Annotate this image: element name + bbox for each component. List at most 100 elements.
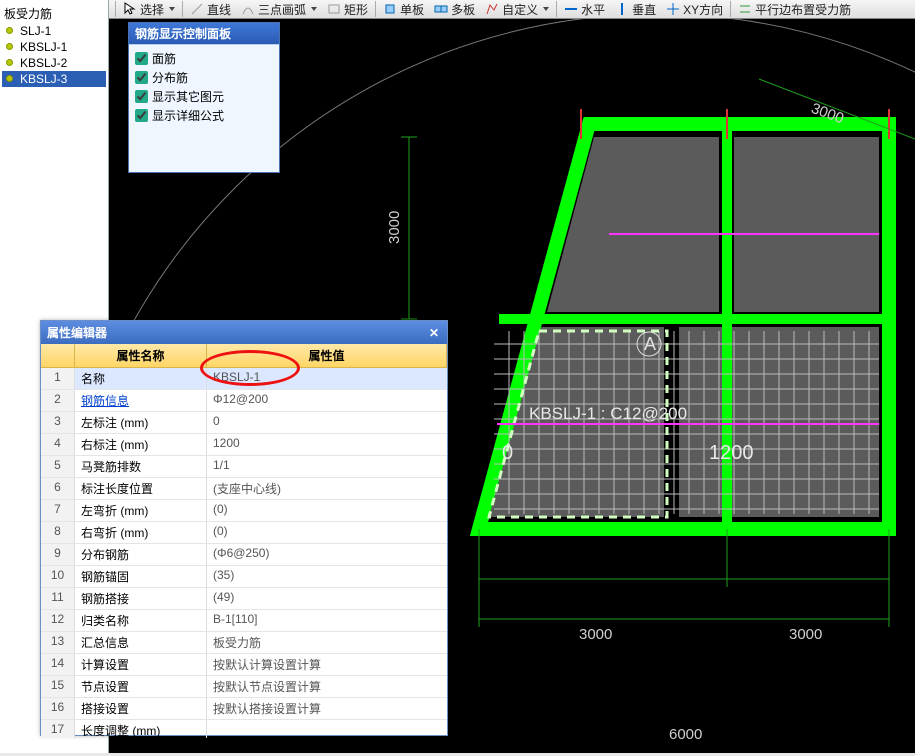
row-name: 归类名称 <box>75 610 207 631</box>
parallel-icon <box>738 2 752 16</box>
checkbox-row[interactable]: 分布筋 <box>135 68 273 87</box>
row-name: 名称 <box>75 368 207 389</box>
row-name: 标注长度位置 <box>75 478 207 499</box>
property-row[interactable]: 14计算设置按默认计算设置计算 <box>41 654 447 676</box>
single-board-icon <box>383 2 397 16</box>
row-value[interactable]: 按默认节点设置计算 <box>207 676 447 697</box>
property-row[interactable]: 11钢筋搭接(49) <box>41 588 447 610</box>
row-value[interactable]: 按默认计算设置计算 <box>207 654 447 675</box>
row-value[interactable]: (Φ6@250) <box>207 544 447 565</box>
property-header: 属性名称 属性值 <box>41 344 447 368</box>
node-dot-icon <box>6 43 13 50</box>
property-row[interactable]: 6标注长度位置(支座中心线) <box>41 478 447 500</box>
property-row[interactable]: 12归类名称B-1[110] <box>41 610 447 632</box>
custom-button[interactable]: 自定义 <box>482 1 552 18</box>
row-number: 12 <box>41 610 75 631</box>
rect-button[interactable]: 矩形 <box>324 1 371 18</box>
checkbox[interactable] <box>135 52 148 65</box>
horizontal-button[interactable]: 水平 <box>561 1 608 18</box>
rect-icon <box>327 2 341 16</box>
row-value[interactable]: 1/1 <box>207 456 447 477</box>
display-control-panel: 钢筋显示控制面板 面筋 分布筋 显示其它图元 显示详细公式 <box>128 22 280 173</box>
arc-button[interactable]: 三点画弧 <box>238 1 320 18</box>
close-button[interactable]: ✕ <box>427 326 441 340</box>
svg-text:A: A <box>644 334 656 354</box>
checkbox-row[interactable]: 显示其它图元 <box>135 87 273 106</box>
property-editor: 属性编辑器 ✕ 属性名称 属性值 1名称KBSLJ-12钢筋信息Φ12@2003… <box>40 320 448 736</box>
row-value[interactable]: (35) <box>207 566 447 587</box>
tree-root[interactable]: 板受力筋 <box>2 4 106 23</box>
property-row[interactable]: 4右标注 (mm)1200 <box>41 434 447 456</box>
row-number: 4 <box>41 434 75 455</box>
property-row[interactable]: 15节点设置按默认节点设置计算 <box>41 676 447 698</box>
xy-icon <box>666 2 680 16</box>
row-value[interactable]: (支座中心线) <box>207 478 447 499</box>
row-name: 右弯折 (mm) <box>75 522 207 543</box>
col-name: 属性名称 <box>75 344 207 367</box>
col-value: 属性值 <box>207 344 447 367</box>
row-number: 13 <box>41 632 75 653</box>
tree-node-selected[interactable]: KBSLJ-3 <box>2 71 106 87</box>
row-value[interactable]: 板受力筋 <box>207 632 447 653</box>
row-name: 计算设置 <box>75 654 207 675</box>
toolbar: 选择 直线 三点画弧 矩形 单板 多板 自定义 水平 垂直 XY方向 平行边布置… <box>109 0 915 19</box>
row-number: 15 <box>41 676 75 697</box>
row-value[interactable]: (0) <box>207 500 447 521</box>
row-number: 3 <box>41 412 75 433</box>
property-row[interactable]: 16搭接设置按默认搭接设置计算 <box>41 698 447 720</box>
svg-text:KBSLJ-1 : C12@200: KBSLJ-1 : C12@200 <box>529 404 687 423</box>
property-row[interactable]: 5马凳筋排数1/1 <box>41 456 447 478</box>
row-name: 汇总信息 <box>75 632 207 653</box>
tree-node[interactable]: KBSLJ-1 <box>2 39 106 55</box>
property-row[interactable]: 8右弯折 (mm)(0) <box>41 522 447 544</box>
property-row[interactable]: 17长度调整 (mm) <box>41 720 447 738</box>
checkbox[interactable] <box>135 90 148 103</box>
multi-board-button[interactable]: 多板 <box>431 1 478 18</box>
property-body[interactable]: 1名称KBSLJ-12钢筋信息Φ12@2003左标注 (mm)04右标注 (mm… <box>41 368 447 738</box>
property-row[interactable]: 7左弯折 (mm)(0) <box>41 500 447 522</box>
row-value[interactable]: (0) <box>207 522 447 543</box>
line-icon <box>190 2 204 16</box>
checkbox-row[interactable]: 面筋 <box>135 49 273 68</box>
property-row[interactable]: 2钢筋信息Φ12@200 <box>41 390 447 412</box>
row-name: 马凳筋排数 <box>75 456 207 477</box>
checkbox-row[interactable]: 显示详细公式 <box>135 106 273 125</box>
node-dot-icon <box>6 27 13 34</box>
xy-button[interactable]: XY方向 <box>663 1 726 18</box>
row-name: 分布钢筋 <box>75 544 207 565</box>
row-value[interactable]: 1200 <box>207 434 447 455</box>
row-name: 钢筋搭接 <box>75 588 207 609</box>
select-button[interactable]: 选择 <box>120 1 178 18</box>
property-row[interactable]: 1名称KBSLJ-1 <box>41 368 447 390</box>
row-value[interactable]: Φ12@200 <box>207 390 447 411</box>
row-value[interactable]: 0 <box>207 412 447 433</box>
arc-icon <box>241 2 255 16</box>
property-row[interactable]: 9分布钢筋(Φ6@250) <box>41 544 447 566</box>
row-number: 6 <box>41 478 75 499</box>
tree-node[interactable]: KBSLJ-2 <box>2 55 106 71</box>
property-row[interactable]: 13汇总信息板受力筋 <box>41 632 447 654</box>
row-number: 10 <box>41 566 75 587</box>
vertical-button[interactable]: 垂直 <box>612 1 659 18</box>
row-number: 2 <box>41 390 75 411</box>
svg-text:6000: 6000 <box>669 726 702 743</box>
checkbox[interactable] <box>135 109 148 122</box>
row-value[interactable]: B-1[110] <box>207 610 447 631</box>
tree-node[interactable]: SLJ-1 <box>2 23 106 39</box>
row-name: 长度调整 (mm) <box>75 720 207 738</box>
row-value[interactable] <box>207 720 447 738</box>
row-value[interactable]: (49) <box>207 588 447 609</box>
row-number: 11 <box>41 588 75 609</box>
parallel-button[interactable]: 平行边布置受力筋 <box>735 1 854 18</box>
checkbox[interactable] <box>135 71 148 84</box>
row-number: 9 <box>41 544 75 565</box>
svg-text:3000: 3000 <box>789 626 822 643</box>
svg-text:1200: 1200 <box>709 442 754 464</box>
line-button[interactable]: 直线 <box>187 1 234 18</box>
single-board-button[interactable]: 单板 <box>380 1 427 18</box>
row-value[interactable]: 按默认搭接设置计算 <box>207 698 447 719</box>
property-row[interactable]: 3左标注 (mm)0 <box>41 412 447 434</box>
row-value[interactable]: KBSLJ-1 <box>207 368 447 389</box>
property-row[interactable]: 10钢筋锚固(35) <box>41 566 447 588</box>
row-number: 14 <box>41 654 75 675</box>
